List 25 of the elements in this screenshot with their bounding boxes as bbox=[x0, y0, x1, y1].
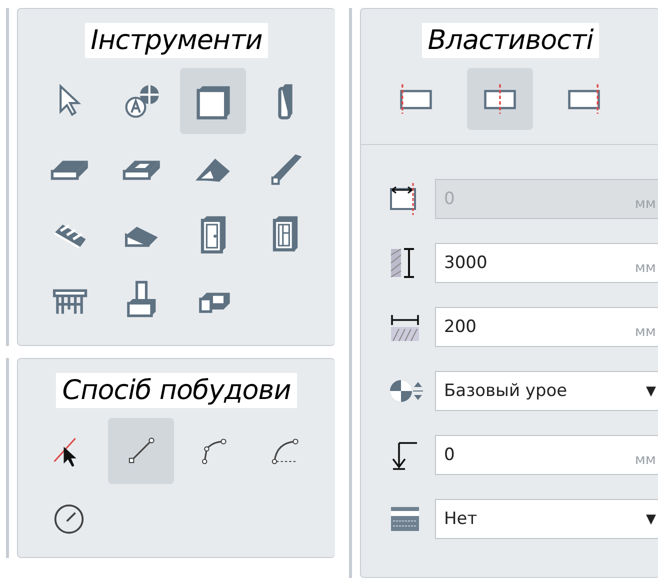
dropdown-field[interactable]: Нет ▼ bbox=[435, 499, 658, 539]
tool-button[interactable] bbox=[180, 68, 246, 134]
field-value: 200 bbox=[444, 317, 476, 337]
wall-axis-icon bbox=[399, 82, 433, 116]
field-value: 0 bbox=[444, 445, 455, 465]
field-value: Нет bbox=[444, 509, 478, 529]
panel-title: Властивості bbox=[422, 23, 600, 58]
input-field[interactable]: 0 мм bbox=[435, 435, 658, 475]
wall-axis-icon bbox=[567, 82, 601, 116]
input-field[interactable]: 200 мм bbox=[435, 307, 658, 347]
dropdown-arrow: ▼ bbox=[646, 512, 656, 526]
alignment-button[interactable] bbox=[467, 68, 533, 130]
field-value: 3000 bbox=[444, 253, 488, 273]
input-field[interactable]: 3000 мм bbox=[435, 243, 658, 283]
unit-label: мм bbox=[634, 196, 656, 214]
dropdown-field[interactable]: Базовый урое ▼ bbox=[435, 371, 658, 411]
dropdown-arrow: ▼ bbox=[646, 384, 656, 398]
panel-title: Спосіб побудови bbox=[56, 373, 297, 408]
unit-label: мм bbox=[634, 324, 656, 342]
panel-title: Інструменти bbox=[84, 23, 268, 58]
field-value: 0 bbox=[444, 189, 455, 209]
wall-axis-icon bbox=[483, 82, 517, 116]
field-value: Базовый урое bbox=[444, 381, 568, 401]
unit-label: мм bbox=[634, 452, 656, 470]
unit-label: мм bbox=[634, 260, 656, 278]
